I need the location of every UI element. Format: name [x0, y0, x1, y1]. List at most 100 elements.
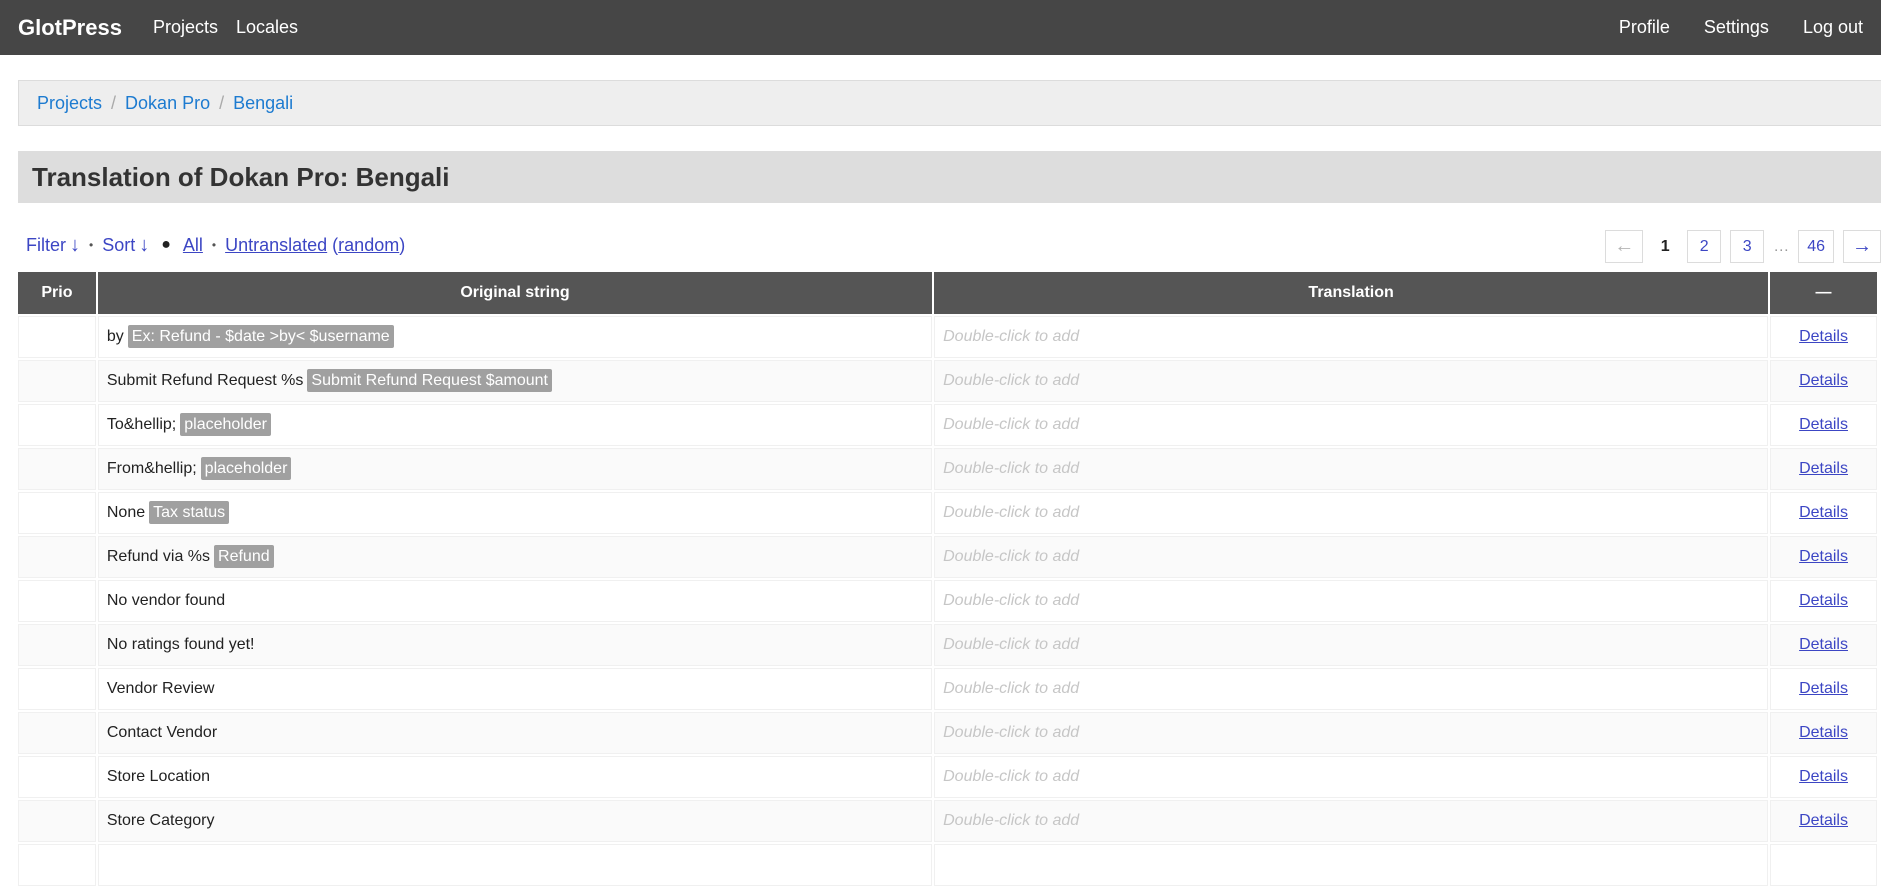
original-string-text: Store Location	[106, 768, 211, 785]
row-prio	[18, 756, 96, 798]
column-header-translation[interactable]: Translation	[934, 272, 1769, 314]
row-translation-cell[interactable]: Double-click to add	[934, 756, 1769, 798]
details-link[interactable]: Details	[1799, 636, 1848, 653]
row-actions: Details	[1770, 580, 1877, 622]
row-translation-cell[interactable]: Double-click to add	[934, 624, 1769, 666]
details-link[interactable]: Details	[1799, 460, 1848, 477]
row-original: Submit Refund Request %s Submit Refund Re…	[97, 360, 933, 402]
details-link[interactable]: Details	[1799, 372, 1848, 389]
original-string-text: Vendor Review	[106, 680, 215, 697]
page-link-2[interactable]: 2	[1687, 230, 1722, 263]
row-actions: Details	[1770, 800, 1877, 842]
breadcrumb-projects[interactable]: Projects	[37, 93, 102, 114]
column-header-prio[interactable]: Prio	[18, 272, 96, 314]
row-translation-cell[interactable]: Double-click to add	[934, 668, 1769, 710]
translation-placeholder: Double-click to add	[943, 768, 1080, 785]
row-translation-cell[interactable]: Double-click to add	[934, 360, 1769, 402]
row-actions: Details	[1770, 756, 1877, 798]
row-translation-cell[interactable]: Double-click to add	[934, 580, 1769, 622]
table-row[interactable]: To&hellip; placeholder Double-click to add…	[18, 404, 1877, 446]
row-translation-cell[interactable]: Double-click to add	[934, 316, 1769, 358]
original-string-text: No vendor found	[106, 592, 226, 609]
row-actions: Details	[1770, 316, 1877, 358]
details-link[interactable]: Details	[1799, 680, 1848, 697]
row-original: Refund via %s Refund	[97, 536, 933, 578]
nav-settings-link[interactable]: Settings	[1704, 17, 1769, 38]
column-header-actions: —	[1770, 272, 1877, 314]
details-link[interactable]: Details	[1799, 504, 1848, 521]
details-link[interactable]: Details	[1799, 328, 1848, 345]
original-string-text: Submit Refund Request %s	[106, 372, 304, 389]
row-translation-cell[interactable]	[934, 844, 1769, 886]
translation-placeholder: Double-click to add	[943, 680, 1080, 697]
details-link[interactable]: Details	[1799, 416, 1848, 433]
brand-logo-link[interactable]: GlotPress	[18, 15, 122, 41]
table-row[interactable]: From&hellip; placeholder Double-click to a…	[18, 448, 1877, 490]
filter-untranslated-link[interactable]: Untranslated	[225, 235, 327, 256]
page-ellipsis: …	[1773, 237, 1790, 255]
original-string-text: Refund via %s	[106, 548, 211, 565]
nav-projects-link[interactable]: Projects	[153, 17, 218, 38]
table-row[interactable]: Submit Refund Request %s Submit Refund Re…	[18, 360, 1877, 402]
sort-toggle-link[interactable]: Sort ↓	[102, 234, 149, 257]
table-body: by Ex: Refund - $date >by< $username Doubl…	[18, 316, 1877, 886]
details-link[interactable]: Details	[1799, 592, 1848, 609]
details-link[interactable]: Details	[1799, 812, 1848, 829]
row-original: Contact Vendor	[97, 712, 933, 754]
translation-placeholder: Double-click to add	[943, 504, 1080, 521]
table-header-row: Prio Original string Translation —	[18, 272, 1877, 314]
original-string-text: No ratings found yet!	[106, 636, 255, 653]
original-string-text: None	[106, 504, 146, 521]
column-header-original[interactable]: Original string	[97, 272, 933, 314]
breadcrumb-dokan-pro[interactable]: Dokan Pro	[125, 93, 210, 114]
row-actions: Details	[1770, 668, 1877, 710]
nav-locales-link[interactable]: Locales	[236, 17, 298, 38]
row-translation-cell[interactable]: Double-click to add	[934, 712, 1769, 754]
row-translation-cell[interactable]: Double-click to add	[934, 404, 1769, 446]
table-row[interactable]: Refund via %s Refund Double-click to add De…	[18, 536, 1877, 578]
table-row[interactable]: Store Location Double-click to add Details	[18, 756, 1877, 798]
table-row[interactable]	[18, 844, 1877, 886]
translation-placeholder: Double-click to add	[943, 812, 1080, 829]
details-link[interactable]: Details	[1799, 768, 1848, 785]
row-actions: Details	[1770, 624, 1877, 666]
row-original: None Tax status	[97, 492, 933, 534]
details-link[interactable]: Details	[1799, 724, 1848, 741]
table-row[interactable]: No vendor found Double-click to add Detail…	[18, 580, 1877, 622]
table-row[interactable]: by Ex: Refund - $date >by< $username Doubl…	[18, 316, 1877, 358]
table-row[interactable]: Vendor Review Double-click to add Details	[18, 668, 1877, 710]
table-row[interactable]: Store Category Double-click to add Details	[18, 800, 1877, 842]
nav-profile-link[interactable]: Profile	[1619, 17, 1670, 38]
table-row[interactable]: No ratings found yet! Double-click to add…	[18, 624, 1877, 666]
context-badge: Ex: Refund - $date >by< $username	[127, 325, 394, 348]
nav-logout-link[interactable]: Log out	[1803, 17, 1863, 38]
row-translation-cell[interactable]: Double-click to add	[934, 800, 1769, 842]
prev-page-arrow-icon: ←	[1605, 230, 1644, 263]
row-translation-cell[interactable]: Double-click to add	[934, 448, 1769, 490]
row-translation-cell[interactable]: Double-click to add	[934, 492, 1769, 534]
next-page-arrow-icon[interactable]: →	[1843, 230, 1881, 263]
sort-label: Sort	[102, 234, 136, 255]
filter-toggle-link[interactable]: Filter ↓	[26, 234, 80, 257]
table-row[interactable]: None Tax status Double-click to add Details	[18, 492, 1877, 534]
translation-placeholder: Double-click to add	[943, 416, 1080, 433]
row-prio	[18, 624, 96, 666]
row-prio	[18, 580, 96, 622]
filter-all-link[interactable]: All	[183, 235, 203, 256]
page-link-3[interactable]: 3	[1730, 230, 1765, 263]
breadcrumb-bengali[interactable]: Bengali	[233, 93, 293, 114]
row-original: by Ex: Refund - $date >by< $username	[97, 316, 933, 358]
row-translation-cell[interactable]: Double-click to add	[934, 536, 1769, 578]
filter-random-link[interactable]: random	[338, 235, 399, 256]
separator-dot: •	[211, 238, 217, 252]
row-original: No ratings found yet!	[97, 624, 933, 666]
details-link[interactable]: Details	[1799, 548, 1848, 565]
row-prio	[18, 448, 96, 490]
table-row[interactable]: Contact Vendor Double-click to add Details	[18, 712, 1877, 754]
breadcrumb: Projects / Dokan Pro / Bengali	[18, 80, 1881, 126]
translation-placeholder: Double-click to add	[943, 548, 1080, 565]
row-original: Vendor Review	[97, 668, 933, 710]
row-original: Store Category	[97, 800, 933, 842]
breadcrumb-separator: /	[219, 92, 225, 113]
page-link-last[interactable]: 46	[1798, 230, 1834, 263]
